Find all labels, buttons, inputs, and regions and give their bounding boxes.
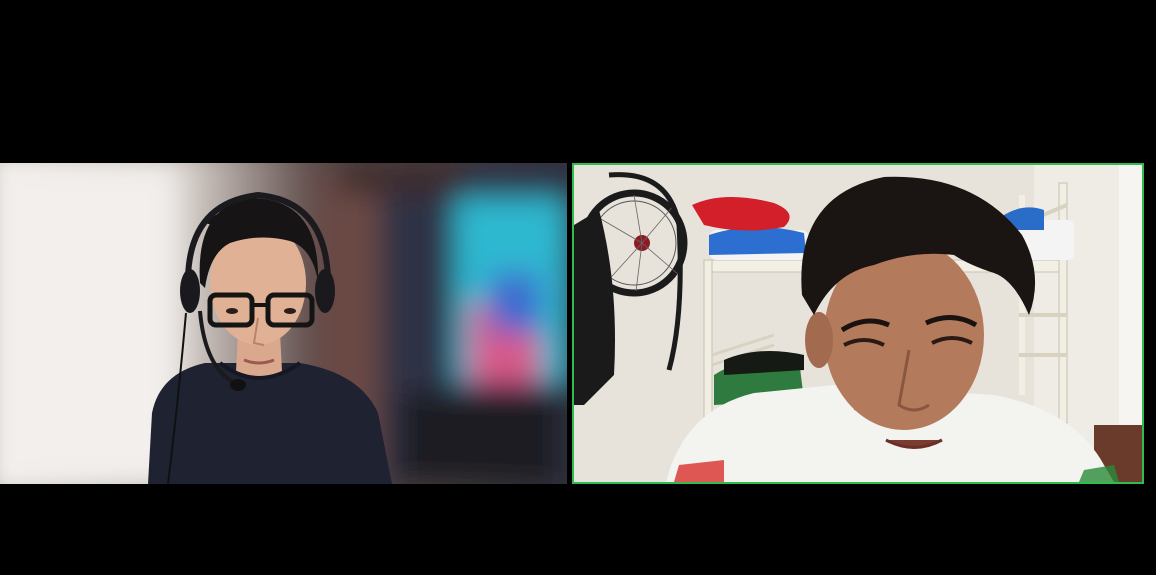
participant-video-feed-1	[0, 163, 567, 484]
participant-video-tile-2[interactable]	[572, 163, 1144, 484]
participant-video-feed-2	[574, 165, 1142, 482]
participant-video-tile-1[interactable]	[0, 163, 567, 484]
video-call-stage	[0, 0, 1156, 575]
